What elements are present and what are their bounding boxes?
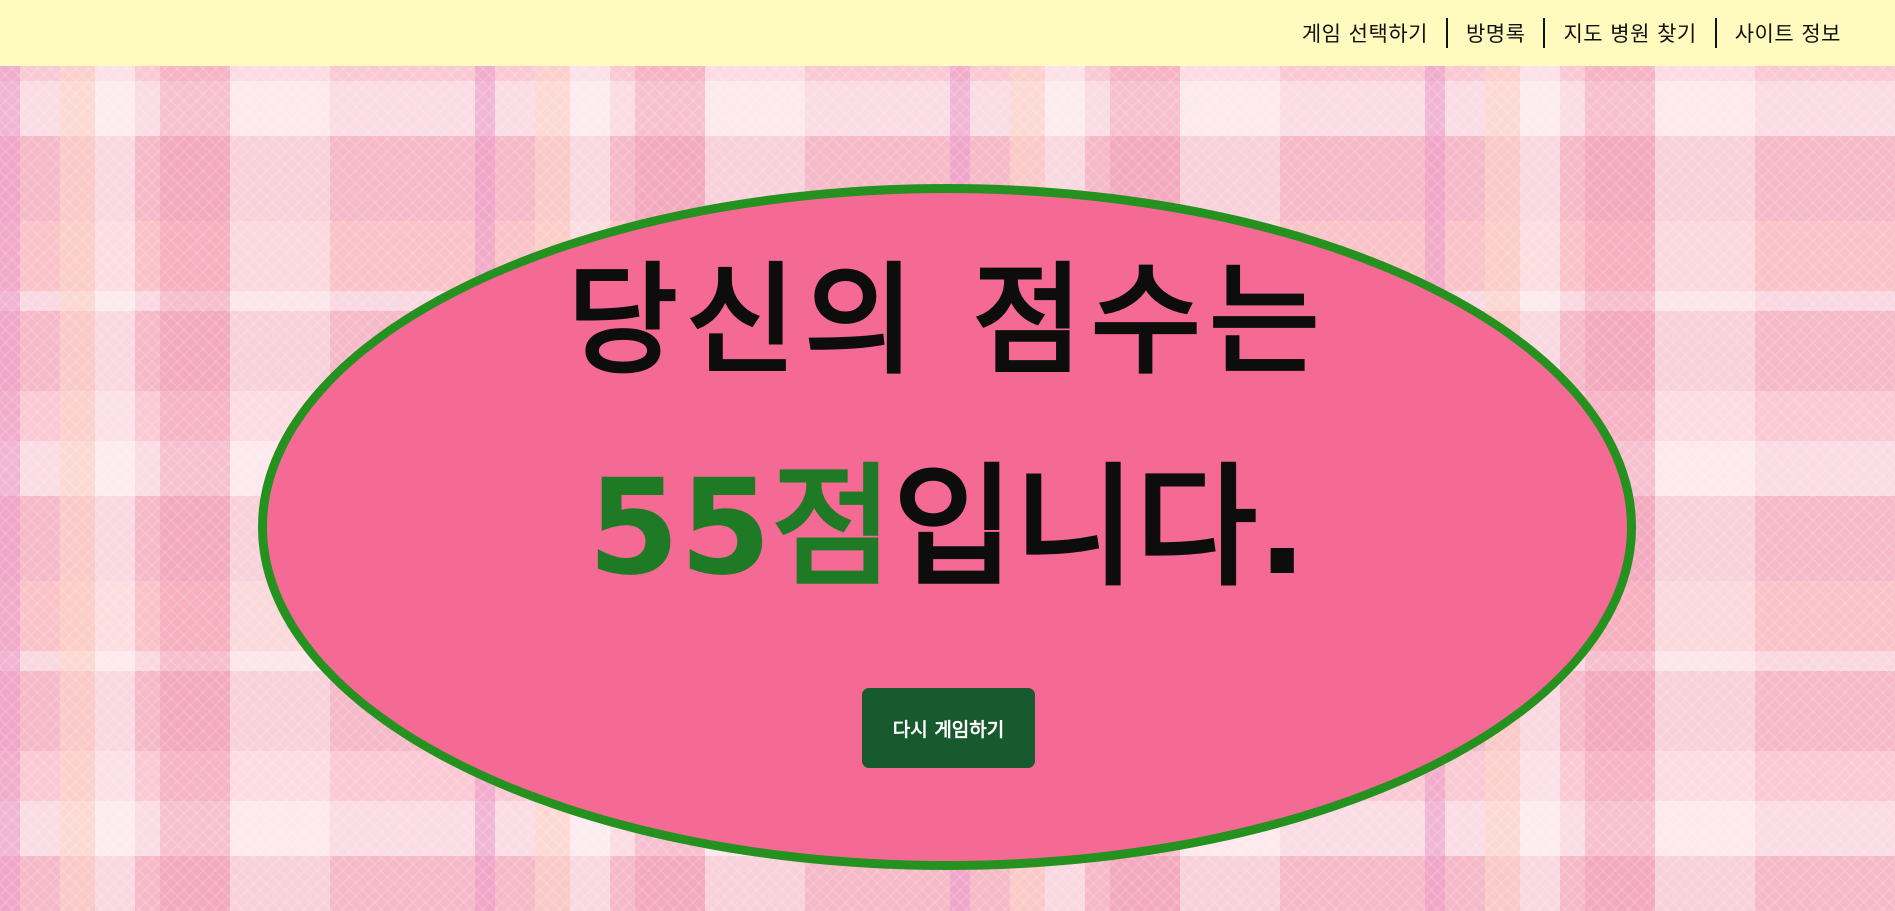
top-nav-bar: 게임 선택하기 방명록 지도 병원 찾기 사이트 정보 <box>0 0 1895 66</box>
score-value: 55점 <box>587 451 893 605</box>
nav-item-site-info[interactable]: 사이트 정보 <box>1717 18 1859 48</box>
score-statement: 55점입니다. <box>0 462 1895 594</box>
score-heading: 당신의 점수는 <box>567 252 1328 391</box>
nav-item-guestbook[interactable]: 방명록 <box>1448 18 1543 48</box>
nav-item-select-game[interactable]: 게임 선택하기 <box>1284 18 1446 48</box>
nav-menu: 게임 선택하기 방명록 지도 병원 찾기 사이트 정보 <box>1284 18 1859 48</box>
score-suffix: 입니다. <box>892 451 1308 605</box>
nav-item-hospital-map[interactable]: 지도 병원 찾기 <box>1545 18 1714 48</box>
replay-button[interactable]: 다시 게임하기 <box>862 688 1035 768</box>
